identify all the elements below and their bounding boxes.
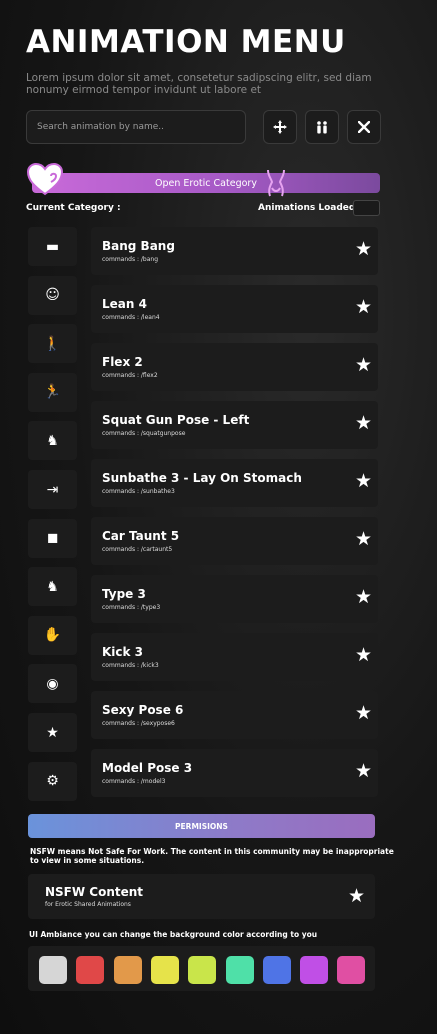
favorite-star-icon[interactable]: ★ xyxy=(355,528,372,550)
animation-name: Squat Gun Pose - Left xyxy=(102,413,250,427)
sidebar-category-settings[interactable]: ⚙ xyxy=(28,761,77,801)
sidebar-category-hand[interactable]: ✋ xyxy=(28,615,77,655)
favorite-star-icon[interactable]: ★ xyxy=(355,354,372,376)
body-icon xyxy=(267,169,285,197)
favorite-star-icon[interactable]: ★ xyxy=(355,644,372,666)
favorite-star-icon[interactable]: ★ xyxy=(355,296,372,318)
hand-icon: ✋ xyxy=(43,627,62,644)
move-icon xyxy=(273,120,287,134)
animation-name: Lean 4 xyxy=(102,297,147,311)
animation-item[interactable]: Bang Bang commands : /bang ★ xyxy=(91,227,378,275)
color-swatch[interactable] xyxy=(150,956,179,984)
favorite-star-icon[interactable]: ★ xyxy=(355,586,372,608)
sidebar-category-bear[interactable]: ◉ xyxy=(28,664,77,704)
sidebar-category-wave[interactable]: 🏃 xyxy=(28,372,77,412)
favorite-star-icon[interactable]: ★ xyxy=(355,760,372,782)
move-button[interactable] xyxy=(263,110,297,144)
permissions-label: PERMISIONS xyxy=(175,821,228,831)
animation-name: Model Pose 3 xyxy=(102,761,193,775)
nsfw-content-item[interactable]: NSFW Content for Erotic Shared Animation… xyxy=(28,874,375,919)
animation-command: commands : /squatgunpose xyxy=(102,430,186,437)
sidebar-category-dance[interactable]: ♞ xyxy=(28,421,77,461)
sidebar-category-box[interactable]: ◼ xyxy=(28,518,77,558)
color-swatch[interactable] xyxy=(113,956,142,984)
animation-command: commands : /lean4 xyxy=(102,314,160,321)
animation-command: commands : /sunbathe3 xyxy=(102,488,175,495)
star-icon: ★ xyxy=(46,724,59,741)
nsfw-title: NSFW Content xyxy=(45,885,144,899)
color-swatch[interactable] xyxy=(39,956,67,984)
smiley-icon: ☺ xyxy=(45,287,60,304)
color-swatch-row xyxy=(28,946,375,991)
settings-icon: ⚙ xyxy=(46,773,59,790)
favorite-star-icon[interactable]: ★ xyxy=(355,470,372,492)
animations-loaded-label: Animations Loaded xyxy=(258,203,356,213)
nsfw-note: NSFW means Not Safe For Work. The conten… xyxy=(30,847,394,865)
animation-command: commands : /sexypose6 xyxy=(102,720,175,727)
box-icon: ◼ xyxy=(46,530,59,547)
open-category-label: Open Erotic Category xyxy=(155,177,257,189)
color-swatch[interactable] xyxy=(225,956,254,984)
animation-item[interactable]: Sexy Pose 6 commands : /sexypose6 ★ xyxy=(91,691,378,739)
favorite-star-icon[interactable]: ★ xyxy=(355,238,372,260)
people-button[interactable] xyxy=(305,110,339,144)
people-icon xyxy=(317,121,327,134)
animation-name: Type 3 xyxy=(102,587,146,601)
color-swatch[interactable] xyxy=(262,956,291,984)
favorite-star-icon[interactable]: ★ xyxy=(355,702,372,724)
sidebar-category-smiley[interactable]: ☺ xyxy=(28,275,77,315)
animation-item[interactable]: Flex 2 commands : /flex2 ★ xyxy=(91,343,378,391)
sidebar-category-dog[interactable]: ♞ xyxy=(28,567,77,607)
star-icon[interactable]: ★ xyxy=(348,885,365,907)
color-swatch[interactable] xyxy=(337,956,366,984)
animation-item[interactable]: Type 3 commands : /type3 ★ xyxy=(91,575,378,623)
page-title: ANIMATION MENU xyxy=(26,24,346,60)
animation-command: commands : /kick3 xyxy=(102,662,159,669)
page-description: Lorem ipsum dolor sit amet, consetetur s… xyxy=(26,72,372,96)
animation-item[interactable]: Car Taunt 5 commands : /cartaunt5 ★ xyxy=(91,517,378,565)
animation-command: commands : /flex2 xyxy=(102,372,158,379)
animation-command: commands : /cartaunt5 xyxy=(102,546,173,553)
sidebar-category-card[interactable]: ▬ xyxy=(28,227,77,266)
sidebar-category-run-door[interactable]: ⇥ xyxy=(28,470,77,509)
dog-icon: ♞ xyxy=(46,578,59,595)
animation-item[interactable]: Squat Gun Pose - Left commands : /squatgu… xyxy=(91,401,378,449)
animation-name: Flex 2 xyxy=(102,355,143,369)
animations-loaded-counter xyxy=(353,200,380,216)
sidebar-category-walk[interactable]: 🚶 xyxy=(28,324,77,364)
animation-name: Sunbathe 3 - Lay On Stomach xyxy=(102,471,302,485)
color-swatch[interactable] xyxy=(300,956,329,984)
animation-command: commands : /bang xyxy=(102,256,159,263)
permissions-button[interactable]: PERMISIONS xyxy=(28,814,375,838)
sidebar-category-star[interactable]: ★ xyxy=(28,713,77,752)
color-swatch[interactable] xyxy=(188,956,217,984)
walk-icon: 🚶 xyxy=(43,335,62,352)
run-door-icon: ⇥ xyxy=(46,481,59,498)
open-erotic-category-button[interactable]: Open Erotic Category xyxy=(32,173,380,193)
heart-icon xyxy=(26,162,64,196)
ambiance-label: UI Ambiance you can change the backgroun… xyxy=(29,930,318,939)
close-icon xyxy=(358,121,370,133)
bear-icon: ◉ xyxy=(46,675,59,692)
nsfw-subtitle: for Erotic Shared Animations xyxy=(45,901,131,908)
animation-item[interactable]: Lean 4 commands : /lean4 ★ xyxy=(91,285,378,333)
animation-command: commands : /type3 xyxy=(102,604,161,611)
animation-item[interactable]: Model Pose 3 commands : /model3 ★ xyxy=(91,749,378,797)
wave-icon: 🏃 xyxy=(43,384,62,401)
current-category-label: Current Category : xyxy=(26,203,121,213)
animation-name: Sexy Pose 6 xyxy=(102,703,184,717)
animation-name: Car Taunt 5 xyxy=(102,529,180,543)
favorite-star-icon[interactable]: ★ xyxy=(355,412,372,434)
animation-command: commands : /model3 xyxy=(102,778,166,785)
color-swatch[interactable] xyxy=(76,956,105,984)
animation-item[interactable]: Sunbathe 3 - Lay On Stomach commands : /s… xyxy=(91,459,378,507)
close-button[interactable] xyxy=(347,110,381,144)
card-icon: ▬ xyxy=(45,238,60,255)
animation-name: Bang Bang xyxy=(102,239,175,253)
animation-item[interactable]: Kick 3 commands : /kick3 ★ xyxy=(91,633,378,681)
animation-name: Kick 3 xyxy=(102,645,144,659)
dance-icon: ♞ xyxy=(46,432,59,449)
search-input[interactable] xyxy=(26,110,246,144)
